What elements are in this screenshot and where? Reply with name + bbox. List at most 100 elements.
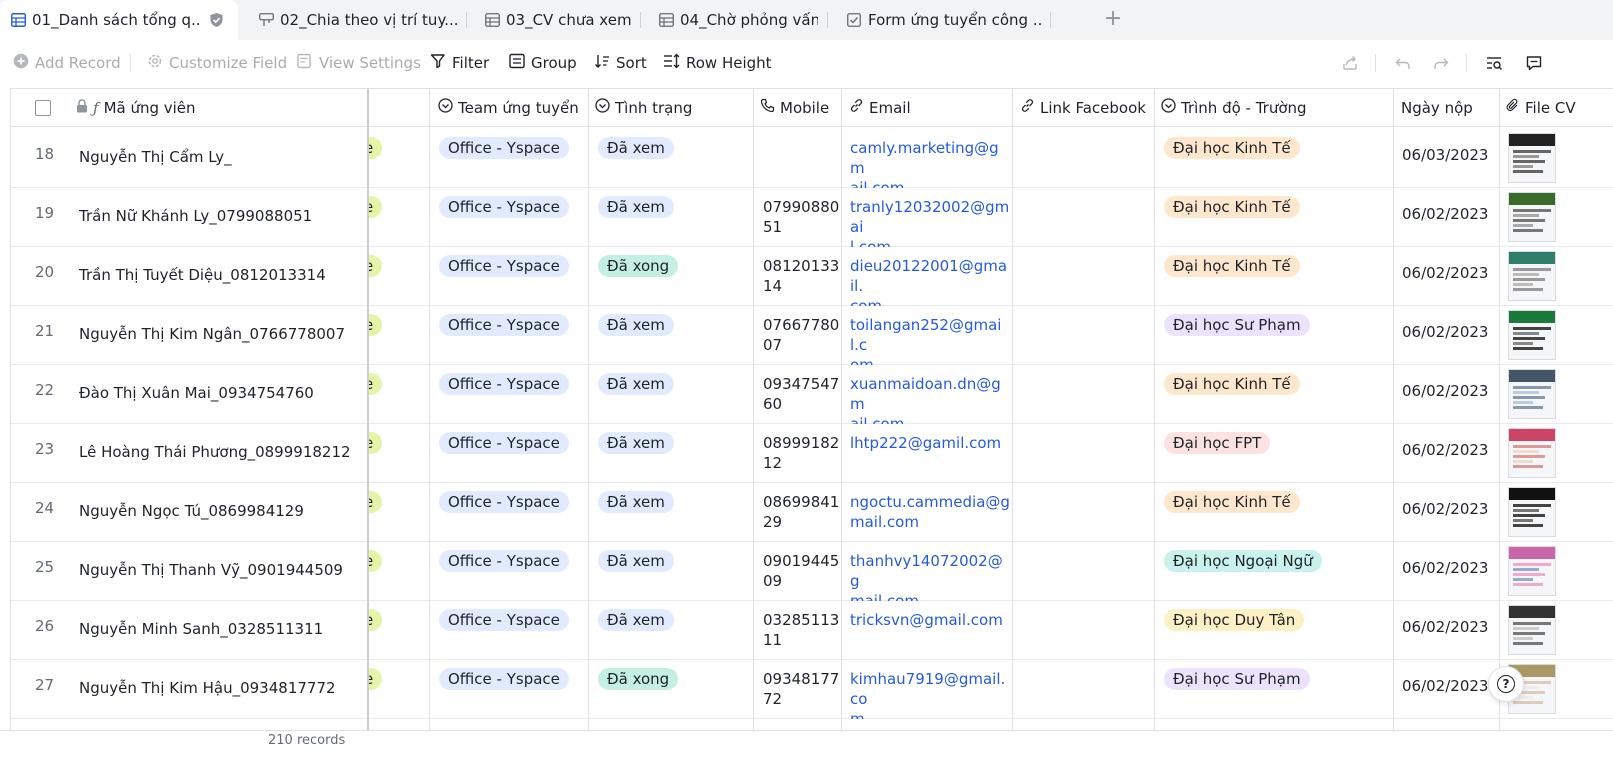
date-cell[interactable]: 06/02/2023 bbox=[1402, 483, 1498, 542]
team-cell[interactable]: Office - Yspace bbox=[439, 483, 587, 542]
school-cell[interactable]: Đại học FPT bbox=[1164, 424, 1392, 483]
mobile-cell[interactable]: 07990880 51 bbox=[763, 188, 840, 247]
date-cell[interactable]: 06/02/2023 bbox=[1402, 188, 1498, 247]
email-line-1[interactable]: thanhvy14072002@g bbox=[850, 551, 1010, 591]
header-email[interactable]: Email bbox=[842, 89, 1013, 127]
facebook-cell[interactable] bbox=[1013, 542, 1153, 601]
header-mobile[interactable]: Mobile bbox=[754, 89, 842, 127]
email-line-2[interactable]: l.com bbox=[850, 237, 1010, 247]
cv-thumbnail[interactable] bbox=[1508, 369, 1556, 419]
date-cell[interactable]: 06/02/2023 bbox=[1402, 365, 1498, 424]
partial-column-cell[interactable]: e bbox=[369, 542, 429, 601]
partial-column-cell[interactable]: e bbox=[369, 365, 429, 424]
date-cell[interactable]: 06/02/2023 bbox=[1402, 247, 1498, 306]
table-row[interactable]: 19 Trần Nữ Khánh Ly_0799088051 e Office - Y… bbox=[11, 188, 1613, 247]
ma-ung-vien-cell[interactable]: Nguyễn Thị Cẩm Ly_ bbox=[79, 129, 367, 188]
email-line-1[interactable]: ngoctu.cammedia@g bbox=[850, 492, 1010, 512]
tab-cv-chua-xem[interactable]: 03_CV chưa xem bbox=[484, 0, 634, 40]
tab-danh-sach-tong[interactable]: 01_Danh sách tổng q... bbox=[0, 0, 238, 40]
header-link-facebook[interactable]: Link Facebook bbox=[1013, 89, 1155, 127]
cv-thumbnail[interactable] bbox=[1508, 192, 1556, 242]
partial-column-cell[interactable]: e bbox=[369, 188, 429, 247]
email-line-1[interactable]: xuanmaidoan.dn@gm bbox=[850, 374, 1010, 414]
comment-icon[interactable] bbox=[1523, 52, 1545, 74]
email-line-1[interactable]: kimhau7919@gmail.co bbox=[850, 669, 1010, 709]
date-cell[interactable]: 06/02/2023 bbox=[1402, 660, 1498, 719]
team-cell[interactable]: Office - Yspace bbox=[439, 601, 587, 660]
file-cv-cell[interactable] bbox=[1500, 601, 1613, 660]
file-cv-cell[interactable] bbox=[1500, 247, 1613, 306]
table-row[interactable]: 25 Nguyễn Thị Thanh Vỹ_0901944509 e Office … bbox=[11, 542, 1613, 601]
select-all-checkbox[interactable] bbox=[35, 99, 51, 116]
view-settings-button[interactable]: View Settings bbox=[297, 52, 421, 74]
date-cell[interactable]: 06/03/2023 bbox=[1402, 129, 1498, 188]
row-height-button[interactable]: Row Height bbox=[663, 52, 772, 74]
email-cell[interactable]: thanhvy14072002@g mail.com bbox=[850, 542, 1010, 601]
mobile-cell[interactable]: 09348177 72 bbox=[763, 660, 840, 719]
share-icon[interactable] bbox=[1339, 52, 1361, 74]
cv-thumbnail[interactable] bbox=[1508, 605, 1556, 655]
email-line-2[interactable]: mail.com bbox=[850, 512, 1010, 532]
tab-chia-theo-vi-tri[interactable]: 02_Chia theo vị trí tuy... bbox=[258, 0, 458, 40]
status-cell[interactable]: Đã xem bbox=[598, 188, 752, 247]
file-cv-cell[interactable] bbox=[1500, 129, 1613, 188]
email-cell[interactable]: ngoctu.cammedia@g mail.com bbox=[850, 483, 1010, 542]
email-cell[interactable]: kimhau7919@gmail.co m bbox=[850, 660, 1010, 719]
ma-ung-vien-cell[interactable]: Nguyễn Ngọc Tú_0869984129 bbox=[79, 483, 367, 542]
team-cell[interactable]: Office - Yspace bbox=[439, 247, 587, 306]
status-cell[interactable]: Đã xong bbox=[598, 660, 752, 719]
table-row[interactable]: 27 Nguyễn Thị Kim Hậu_0934817772 e Office -… bbox=[11, 660, 1613, 719]
tab-cho-phong-van[interactable]: 04_Chờ phỏng vấn bbox=[658, 0, 818, 40]
school-cell[interactable]: Đại học Kinh Tế bbox=[1164, 129, 1392, 188]
team-cell[interactable]: Office - Yspace bbox=[439, 129, 587, 188]
ma-ung-vien-cell[interactable]: Nguyễn Thị Thanh Vỹ_0901944509 bbox=[79, 542, 367, 601]
add-view-button[interactable]: + bbox=[1101, 8, 1125, 32]
partial-column-cell[interactable]: e bbox=[369, 129, 429, 188]
status-cell[interactable]: Đã xem bbox=[598, 542, 752, 601]
status-cell[interactable]: Đã xem bbox=[598, 365, 752, 424]
date-cell[interactable]: 06/02/2023 bbox=[1402, 306, 1498, 365]
cv-thumbnail[interactable] bbox=[1508, 546, 1556, 596]
status-cell[interactable]: Đã xem bbox=[598, 483, 752, 542]
ma-ung-vien-cell[interactable]: Trần Thị Tuyết Diệu_0812013314 bbox=[79, 247, 367, 306]
partial-column-cell[interactable]: e bbox=[369, 660, 429, 719]
ma-ung-vien-cell[interactable]: Lê Hoàng Thái Phương_0899918212 bbox=[79, 424, 367, 483]
table-row[interactable]: 18 Nguyễn Thị Cẩm Ly_ e Office - Yspace Đã x… bbox=[11, 129, 1613, 188]
facebook-cell[interactable] bbox=[1013, 424, 1153, 483]
redo-icon[interactable] bbox=[1430, 52, 1452, 74]
school-cell[interactable]: Đại học Kinh Tế bbox=[1164, 188, 1392, 247]
email-cell[interactable]: tricksvn@gmail.com bbox=[850, 601, 1010, 660]
file-cv-cell[interactable] bbox=[1500, 365, 1613, 424]
cv-thumbnail[interactable] bbox=[1508, 251, 1556, 301]
status-cell[interactable]: Đã xong bbox=[598, 247, 752, 306]
email-line-2[interactable]: m bbox=[850, 709, 1010, 719]
mobile-cell[interactable]: 03285113 11 bbox=[763, 601, 840, 660]
file-cv-cell[interactable] bbox=[1500, 483, 1613, 542]
table-row[interactable]: 23 Lê Hoàng Thái Phương_0899918212 e Office… bbox=[11, 424, 1613, 483]
facebook-cell[interactable] bbox=[1013, 129, 1153, 188]
email-line-1[interactable]: tranly12032002@gmai bbox=[850, 197, 1010, 237]
header-file-cv[interactable]: File CV bbox=[1500, 89, 1613, 127]
file-cv-cell[interactable] bbox=[1500, 188, 1613, 247]
facebook-cell[interactable] bbox=[1013, 660, 1153, 719]
school-cell[interactable]: Đại học Ngoại Ngữ bbox=[1164, 542, 1392, 601]
table-row[interactable]: 22 Đào Thị Xuân Mai_0934754760 e Office - Y… bbox=[11, 365, 1613, 424]
email-line-1[interactable]: toilangan252@gmail.c bbox=[850, 315, 1010, 355]
add-record-button[interactable]: Add Record bbox=[13, 52, 121, 74]
ma-ung-vien-cell[interactable]: Nguyễn Minh Sanh_0328511311 bbox=[79, 601, 367, 660]
header-ngay-nop[interactable]: Ngày nộp bbox=[1394, 89, 1500, 127]
email-cell[interactable]: lhtp222@gamil.com bbox=[850, 424, 1010, 483]
team-cell[interactable]: Office - Yspace bbox=[439, 424, 587, 483]
team-cell[interactable]: Office - Yspace bbox=[439, 365, 587, 424]
header-ma-ung-vien[interactable]: ƒ Mã ứng viên bbox=[11, 89, 367, 127]
ma-ung-vien-cell[interactable]: Trần Nữ Khánh Ly_0799088051 bbox=[79, 188, 367, 247]
sort-button[interactable]: Sort bbox=[594, 52, 647, 74]
file-cv-cell[interactable] bbox=[1500, 306, 1613, 365]
email-line-2[interactable]: ail.com bbox=[850, 178, 1010, 188]
email-line-2[interactable]: mail.com bbox=[850, 591, 1010, 601]
school-cell[interactable]: Đại học Kinh Tế bbox=[1164, 483, 1392, 542]
partial-column-cell[interactable]: e bbox=[369, 483, 429, 542]
partial-column-cell[interactable]: e bbox=[369, 601, 429, 660]
mobile-cell[interactable]: 07667780 07 bbox=[763, 306, 840, 365]
mobile-cell[interactable]: 08999182 12 bbox=[763, 424, 840, 483]
